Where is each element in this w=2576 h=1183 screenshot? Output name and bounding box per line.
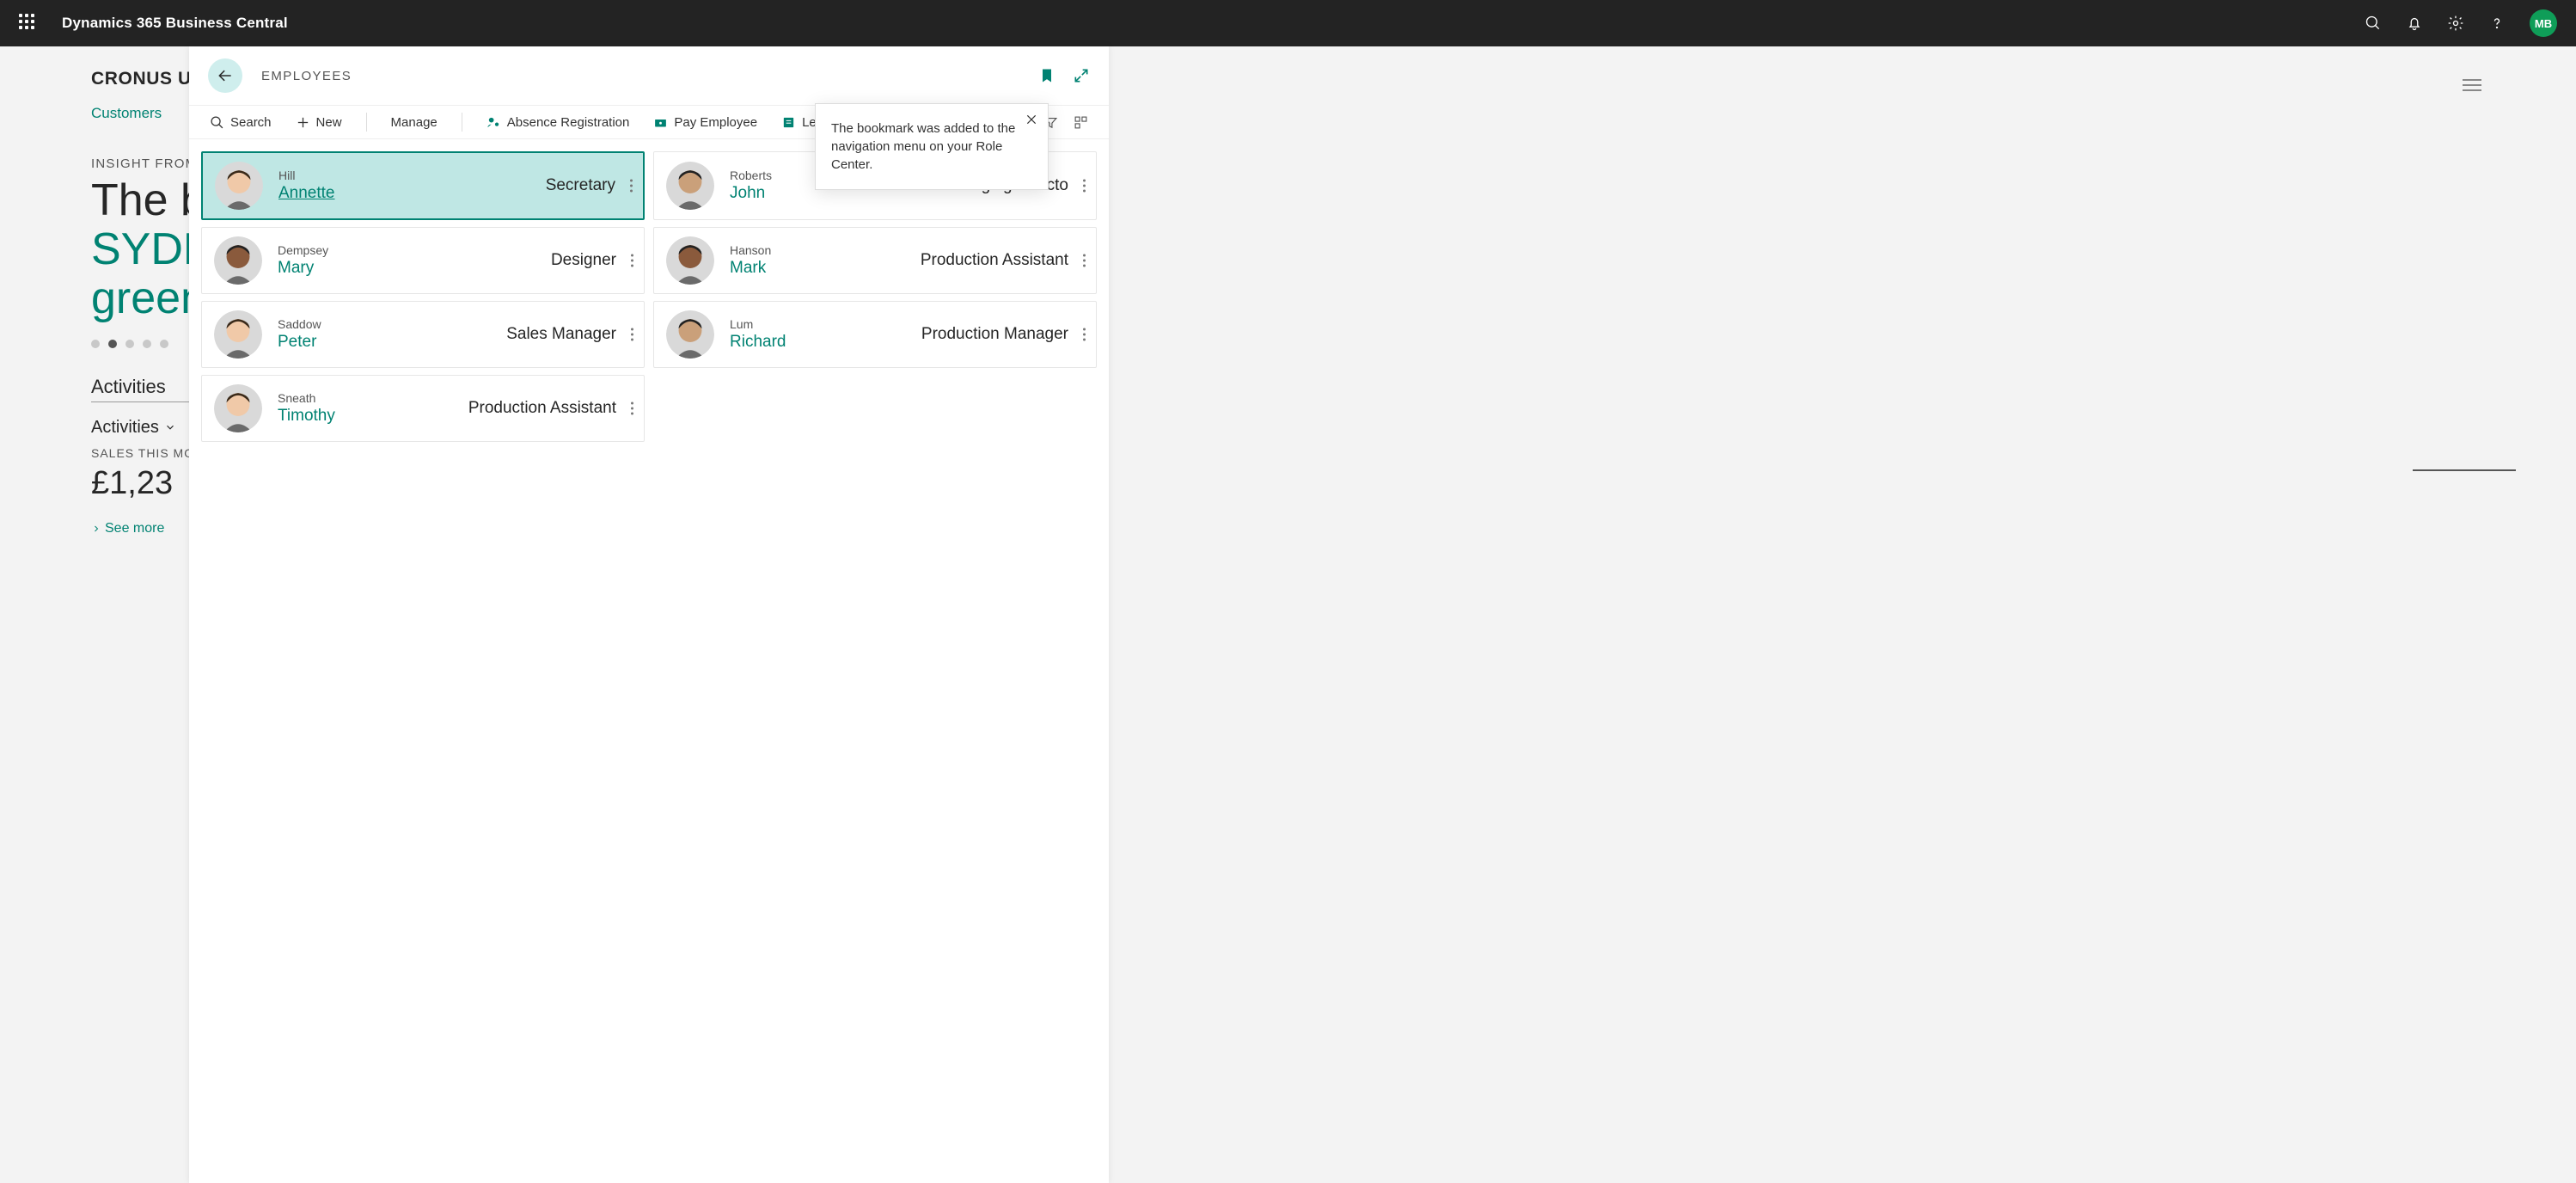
user-avatar[interactable]: MB [2530,9,2557,37]
panel-header-actions [1038,67,1090,84]
employee-lastname: Saddow [278,317,372,331]
employee-role: Production Assistant [468,399,616,418]
employee-names: Hanson Mark [730,243,824,278]
employee-firstname-link[interactable]: Richard [730,333,824,352]
plus-icon [296,115,310,130]
bookmark-callout: The bookmark was added to the navigation… [815,103,1049,190]
gear-icon[interactable] [2447,15,2464,32]
employee-card[interactable]: Hanson Mark Production Assistant [653,227,1097,294]
employee-photo [214,384,262,432]
employee-role: Sales Manager [506,325,616,344]
employee-role: Production Manager [921,325,1068,344]
employee-photo [215,162,263,210]
card-more-icon[interactable] [631,402,633,415]
employee-photo [666,236,714,285]
search-icon[interactable] [2365,15,2382,32]
back-button[interactable] [208,58,242,93]
card-more-icon[interactable] [631,328,633,341]
employee-card[interactable]: Lum Richard Production Manager [653,301,1097,368]
menu-icon[interactable] [2463,76,2481,95]
search-icon [210,115,224,130]
employee-firstname-link[interactable]: Mark [730,259,824,278]
pay-label: Pay Employee [674,115,757,130]
employee-lastname: Lum [730,317,824,331]
activities-group-label: Activities [91,418,159,438]
arrow-left-icon [217,67,234,84]
divider [366,113,367,132]
employee-photo [214,236,262,285]
employee-role: Designer [551,251,616,270]
employee-names: Saddow Peter [278,317,372,352]
employee-names: Lum Richard [730,317,824,352]
product-title: Dynamics 365 Business Central [62,15,288,32]
manage-action[interactable]: Manage [391,115,437,130]
search-label: Search [230,115,272,130]
employee-photo [666,310,714,359]
layout-icon[interactable] [1074,115,1088,130]
absence-label: Absence Registration [507,115,630,130]
new-action[interactable]: New [296,115,342,130]
topbar-left: Dynamics 365 Business Central [19,14,288,33]
card-more-icon[interactable] [1083,180,1086,193]
employee-photo [666,162,714,210]
employee-lastname: Sneath [278,391,372,405]
new-label: New [316,115,342,130]
ledger-icon [781,115,796,130]
employee-firstname-link[interactable]: Annette [278,184,373,203]
employee-firstname-link[interactable]: John [730,184,824,203]
absence-icon [486,115,501,130]
employee-card[interactable]: Saddow Peter Sales Manager [201,301,645,368]
employee-names: Dempsey Mary [278,243,372,278]
expand-icon[interactable] [1073,67,1090,84]
help-icon[interactable] [2488,15,2506,32]
card-more-icon[interactable] [630,180,633,193]
see-more-label: See more [105,521,164,536]
employee-role: Secretary [546,176,615,195]
employee-firstname-link[interactable]: Timothy [278,407,372,426]
employee-lastname: Hill [278,169,373,182]
search-action[interactable]: Search [210,115,272,130]
bell-icon[interactable] [2406,15,2423,32]
topbar: Dynamics 365 Business Central MB [0,0,2576,46]
employee-card[interactable]: Sneath Timothy Production Assistant [201,375,645,442]
employee-names: Hill Annette [278,169,373,203]
employee-lastname: Hanson [730,243,824,257]
divider [2413,469,2516,471]
employee-names: Sneath Timothy [278,391,372,426]
panel-header: EMPLOYEES [189,46,1109,105]
employee-role: Production Assistant [921,251,1068,270]
absence-registration-action[interactable]: Absence Registration [486,115,630,130]
bookmark-icon[interactable] [1038,67,1055,84]
employees-panel: EMPLOYEES Search New Manage Absence [189,46,1109,1183]
close-icon [1025,113,1037,126]
chevron-down-icon [164,421,176,433]
manage-label: Manage [391,115,437,130]
employee-card[interactable]: Hill Annette Secretary [201,151,645,220]
topbar-right: MB [2365,9,2557,37]
callout-text: The bookmark was added to the navigation… [831,120,1022,174]
employee-names: Roberts John [730,169,824,203]
card-more-icon[interactable] [1083,328,1086,341]
card-more-icon[interactable] [631,254,633,267]
panel-title: EMPLOYEES [261,69,352,83]
employee-firstname-link[interactable]: Peter [278,333,372,352]
pay-employee-action[interactable]: Pay Employee [653,115,757,130]
app-launcher-icon[interactable] [19,14,38,33]
employee-card[interactable]: Dempsey Mary Designer [201,227,645,294]
employee-lastname: Dempsey [278,243,372,257]
close-button[interactable] [1025,113,1037,131]
toolbar-view-controls [1043,115,1088,130]
employee-lastname: Roberts [730,169,824,182]
page-body: CRONUS U Customers INSIGHT FROM L The b … [0,46,2576,1183]
employee-firstname-link[interactable]: Mary [278,259,372,278]
chevron-right-icon [91,524,101,534]
employee-photo [214,310,262,359]
pay-icon [653,115,668,130]
card-more-icon[interactable] [1083,254,1086,267]
